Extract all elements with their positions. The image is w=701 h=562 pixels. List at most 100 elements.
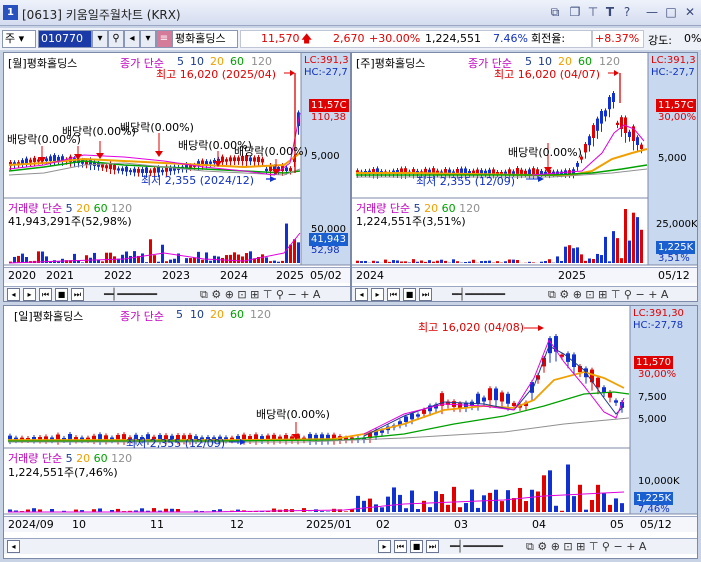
volume-bar: [408, 262, 411, 263]
close-icon[interactable]: ✕: [683, 5, 697, 19]
play-icon[interactable]: ▸: [378, 540, 391, 553]
candle: [133, 168, 136, 173]
copy-icon[interactable]: ❐: [568, 5, 582, 19]
chart-tools-icons[interactable]: ⧉ ⚙ ⊕ ⊡ ⊞ ⊤ ⚲ − + A: [200, 287, 320, 301]
volume-bar: [249, 251, 252, 263]
chart-tools-icons[interactable]: ⧉ ⚙ ⊕ ⊡ ⊞ ⊤ ⚲ − + A: [526, 539, 646, 554]
weekly-low-label: 최저 2,355 (12/09): [416, 175, 516, 188]
volume-bar: [416, 261, 419, 263]
volume-bar: [13, 256, 16, 263]
candle: [404, 416, 408, 422]
candle: [482, 397, 486, 402]
zoom-slider[interactable]: ━┥━━━━━━: [450, 539, 503, 554]
volume-bar: [364, 260, 367, 263]
play-icon[interactable]: ▸: [371, 288, 384, 301]
code-dropdown-icon[interactable]: ▾: [92, 30, 108, 48]
weekly-chart-svg: [352, 53, 697, 266]
volume-bar: [152, 508, 156, 512]
volume-bar: [396, 260, 399, 263]
stop-icon[interactable]: ■: [55, 288, 68, 301]
turnover-value: +8.37%: [592, 30, 644, 48]
volume-bar: [612, 231, 615, 263]
volume-bar: [281, 260, 284, 263]
market-select[interactable]: 주 ▾: [2, 30, 36, 48]
monthly-y-mid: 5,000: [311, 151, 340, 162]
zoom-slider[interactable]: ━┥━━━━━━: [452, 287, 505, 301]
volume-bar: [524, 501, 528, 512]
candle: [588, 136, 591, 146]
candle: [628, 131, 631, 137]
help-icon[interactable]: ?: [620, 5, 634, 19]
volume-bar: [245, 253, 248, 263]
volume-bar: [468, 261, 471, 263]
scroll-left-icon[interactable]: ◂: [355, 288, 368, 301]
zoom-slider[interactable]: ━┥━━━━━━: [104, 287, 157, 301]
minimize-icon[interactable]: —: [645, 5, 659, 19]
candle: [416, 414, 420, 417]
last-icon[interactable]: ⏭: [426, 540, 439, 553]
first-icon[interactable]: ⏮: [394, 540, 407, 553]
weekly-ma120: 120: [599, 55, 620, 68]
stop-icon[interactable]: ■: [410, 540, 423, 553]
scroll-left-icon[interactable]: ◂: [7, 540, 20, 553]
daily-vol-axis-top: 10,000K: [638, 476, 680, 487]
volume-bar: [140, 508, 144, 512]
volume-bar: [590, 499, 594, 512]
candle: [265, 168, 268, 171]
volume-bar: [141, 253, 144, 263]
candle: [209, 161, 212, 164]
volume-bar: [261, 254, 264, 263]
menu-icon[interactable]: ▾: [140, 30, 156, 48]
volume-bar: [500, 501, 504, 512]
pin-icon[interactable]: ⊤: [586, 5, 600, 19]
candle: [33, 157, 36, 163]
text-icon[interactable]: T: [603, 5, 617, 19]
volume-value: 1,224,551: [425, 32, 481, 45]
daily-header: [일]평화홀딩스: [14, 310, 84, 323]
candle: [488, 388, 492, 401]
monthly-x-axis: 2020 2021 2022 2023 2024 2025 05/02: [4, 267, 350, 283]
candle: [592, 125, 595, 138]
last-icon[interactable]: ⏭: [419, 288, 432, 301]
volume-bar: [424, 261, 427, 263]
volume-bar: [412, 259, 415, 263]
last-icon[interactable]: ⏭: [71, 288, 84, 301]
link-icon[interactable]: ⧉: [548, 5, 562, 19]
volume-bar: [189, 258, 192, 263]
volume-bar: [129, 255, 132, 263]
volume-bar: [185, 258, 188, 263]
scroll-left-icon[interactable]: ◂: [7, 288, 20, 301]
daily-x-label: 10: [72, 518, 86, 531]
stop-icon[interactable]: ■: [403, 288, 416, 301]
volume-bar: [289, 244, 292, 263]
volume-bar: [616, 238, 619, 263]
play-icon[interactable]: ▸: [23, 288, 36, 301]
volume-bar: [153, 255, 156, 263]
maximize-icon[interactable]: □: [664, 5, 678, 19]
speaker-icon[interactable]: ◂: [124, 30, 140, 48]
daily-x-label: 2025/01: [306, 518, 352, 531]
search-icon[interactable]: ⚲: [108, 30, 124, 48]
candle: [600, 111, 603, 124]
first-icon[interactable]: ⏮: [39, 288, 52, 301]
volume-bar: [320, 511, 324, 512]
volume-bar: [484, 260, 487, 263]
volume-bar: [356, 495, 360, 512]
strength-value: 0%: [684, 32, 701, 45]
daily-x-label: 11: [150, 518, 164, 531]
volume-bar: [504, 261, 507, 263]
volume-bar: [530, 489, 534, 512]
volume-bar: [432, 261, 435, 263]
first-icon[interactable]: ⏮: [387, 288, 400, 301]
stock-info-icon[interactable]: ≡: [156, 30, 172, 48]
stock-code-input[interactable]: 010770: [38, 30, 92, 48]
candle: [261, 158, 264, 163]
volume-bar: [528, 261, 531, 263]
chart-tools-icons[interactable]: ⧉ ⚙ ⊕ ⊡ ⊞ ⊤ ⚲ − + A: [548, 287, 668, 301]
weekly-y-upper: 30,00%: [658, 112, 697, 123]
volume-bar: [608, 261, 611, 263]
candle: [596, 377, 600, 388]
volume-bar: [496, 261, 499, 263]
daily-lc: LC:391,30: [633, 308, 684, 319]
candle: [289, 168, 292, 171]
